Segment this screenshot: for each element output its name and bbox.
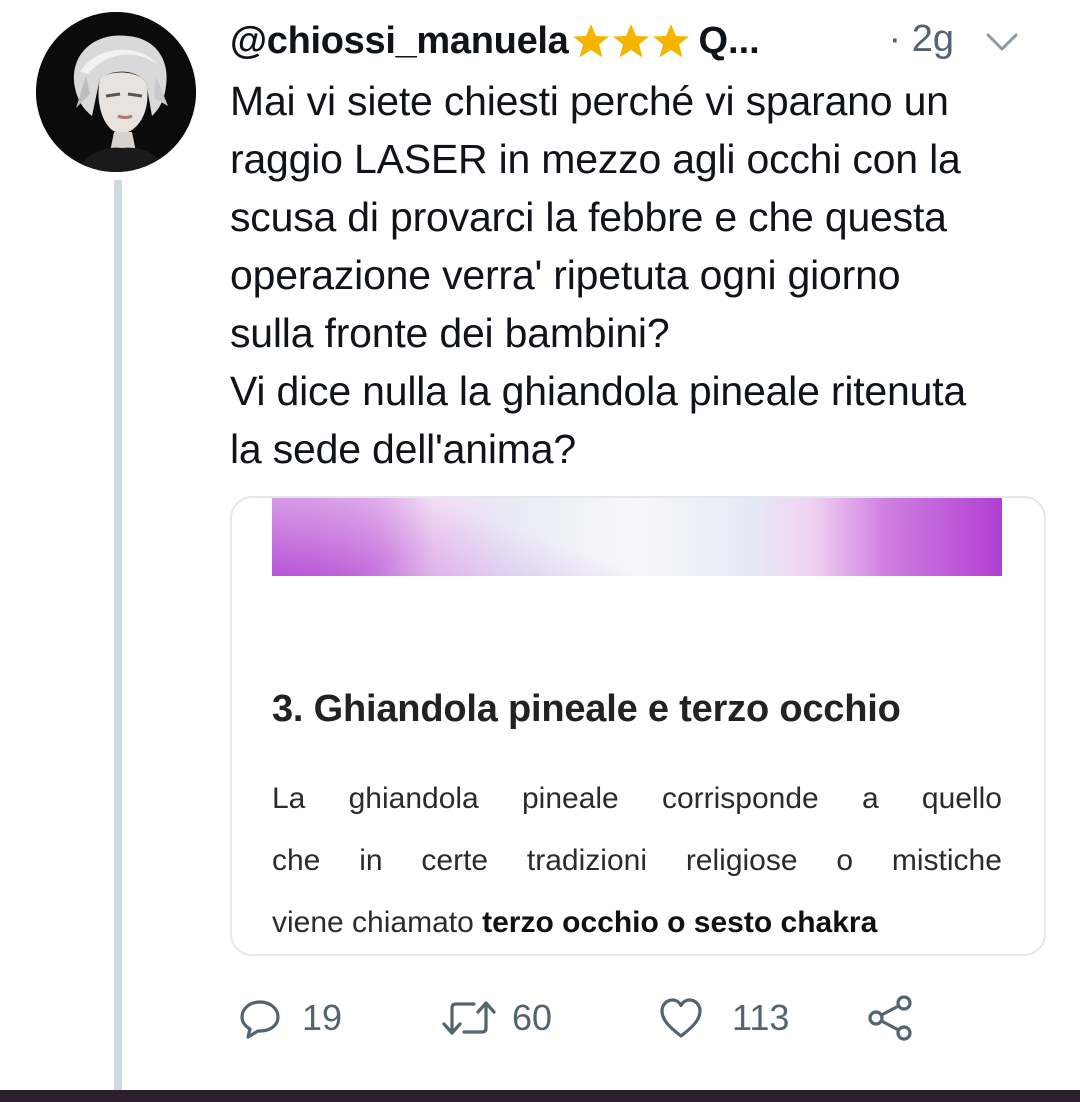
card-word: che — [272, 844, 321, 877]
card-body: La ghiandola pineale corrisponde a quell… — [272, 768, 1002, 954]
card-body-line: viene chiamato terzo occhio o sesto chak… — [272, 892, 1002, 954]
card-word: religiose — [685, 844, 798, 877]
avatar[interactable] — [36, 12, 196, 172]
thread-line — [114, 180, 122, 1092]
tweet-text-line: Mai vi siete chiesti perché vi sparano u… — [230, 78, 949, 124]
card-word: o — [836, 844, 854, 877]
share-icon — [868, 995, 912, 1041]
tweet-text-line: sulla fronte dei bambini? — [230, 310, 670, 356]
reply-icon — [240, 1000, 280, 1039]
tweet-text: Mai vi siete chiesti perché vi sparano u… — [230, 72, 1060, 478]
tweet-text-line: la sede dell'anima? — [230, 426, 576, 472]
card-word: ghiandola — [348, 782, 479, 815]
reply-button[interactable]: 19 — [238, 990, 342, 1046]
like-count: 113 — [732, 997, 790, 1038]
tweet-text-line: scusa di provarci la febbre e che questa — [230, 194, 947, 240]
display-name-truncated: Q... — [698, 19, 760, 62]
like-button[interactable]: 113 — [658, 990, 789, 1046]
star-icon — [651, 21, 691, 61]
share-button[interactable] — [866, 990, 914, 1046]
card-word: pineale — [521, 782, 619, 815]
tweet-timestamp[interactable]: · 2g — [889, 18, 954, 61]
card-word: tradizioni — [526, 844, 647, 877]
card-banner-image — [272, 498, 1002, 576]
reply-count: 19 — [302, 997, 343, 1038]
card-body-line: La ghiandola pineale corrisponde a quell… — [272, 768, 1002, 830]
card-text-normal: viene chiamato — [272, 906, 483, 939]
avatar-image — [36, 12, 196, 172]
tweet-text-line: Vi dice nulla la ghiandola pineale riten… — [230, 368, 967, 414]
card-word: certe — [421, 844, 489, 877]
star-icon — [611, 21, 651, 61]
tweet-header: @chiossi_manuela Q... · 2g — [230, 12, 1060, 70]
card-text-bold: terzo occhio o sesto chakra — [482, 906, 878, 939]
badge-stars — [571, 21, 691, 61]
tweet-screen: @chiossi_manuela Q... · 2g Mai vi siete … — [0, 0, 1080, 1102]
star-icon — [571, 21, 611, 61]
tweet-text-line: raggio LASER in mezzo agli occhi con la — [230, 136, 961, 182]
bottom-navigation-edge — [0, 1090, 1080, 1102]
card-heading: 3. Ghiandola pineale e terzo occhio — [272, 688, 901, 730]
chevron-down-icon[interactable] — [982, 22, 1022, 62]
tweet-actions: 19 60 113 — [230, 990, 1060, 1046]
card-word: in — [359, 844, 383, 877]
retweet-icon — [442, 1001, 496, 1035]
tweet-text-line: operazione verra' ripetuta ogni giorno — [230, 252, 901, 298]
username[interactable]: @chiossi_manuela — [230, 20, 569, 63]
embedded-image-card[interactable]: 3. Ghiandola pineale e terzo occhio La g… — [230, 496, 1046, 956]
card-word: corrisponde — [661, 782, 819, 815]
card-word: mistiche — [891, 844, 1002, 877]
card-body-line: che in certe tradizioni religiose o mist… — [272, 830, 1002, 892]
card-word: quello — [921, 782, 1002, 815]
card-word: La — [272, 782, 306, 815]
retweet-button[interactable]: 60 — [440, 990, 552, 1046]
retweet-count: 60 — [512, 997, 553, 1038]
card-word: a — [861, 782, 879, 815]
heart-icon — [660, 998, 702, 1038]
